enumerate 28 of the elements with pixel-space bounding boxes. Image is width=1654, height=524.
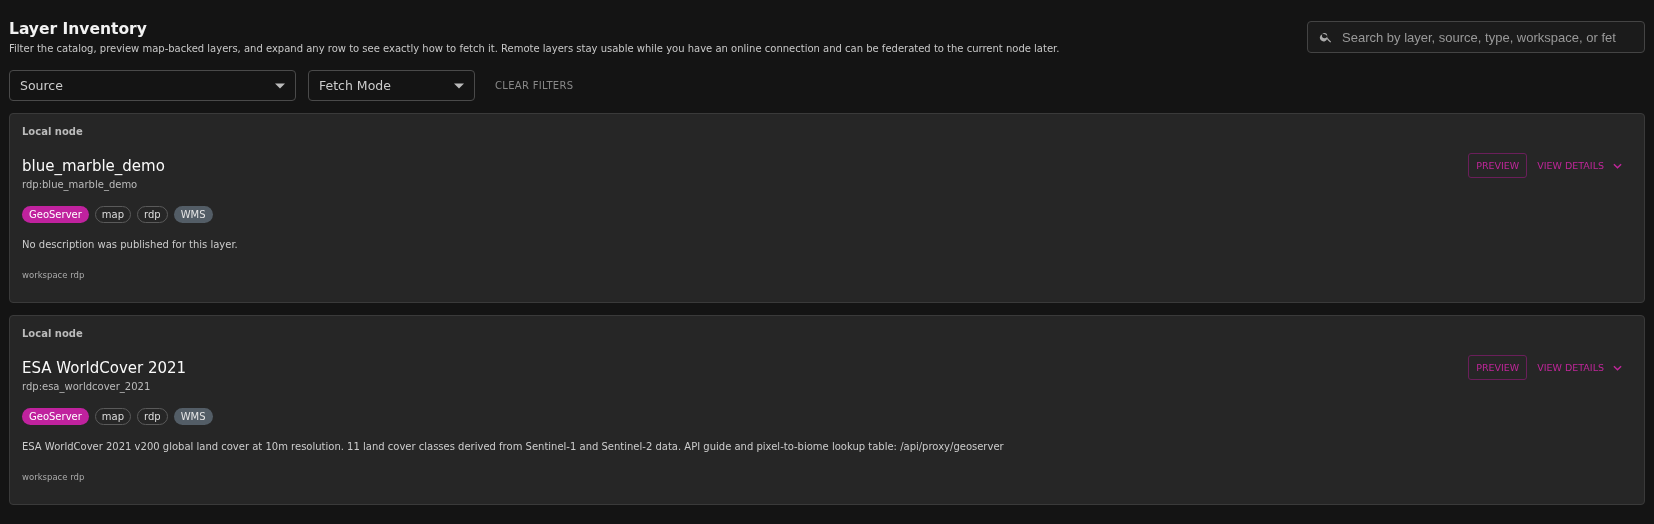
chevron-icon [1613, 162, 1622, 169]
node-label: Local node [22, 328, 84, 339]
dropdown-caret-icon [275, 82, 285, 89]
layer-description: ESA WorldCover 2021 v200 global land cover at 10m resolution. 11 land cover classes derived from Sentinel-1 and Sentinel-2 data. API guide and pixel-to-biome lookup table: /api/proxy/geoserver [22, 441, 1005, 452]
view-details-button[interactable]: VIEW DETAILS [1535, 154, 1632, 177]
workspace-label: workspace rdp [22, 472, 86, 482]
page-description: Filter the catalog, preview map-backed layers, and expand any row to see exactly how to fetch it. Remote layers stay usable while you have an online connection and can be federated to the current node later. [9, 43, 1060, 54]
preview-button[interactable]: PREVIEW [1468, 355, 1528, 380]
chevron-icon [1613, 364, 1622, 371]
layer-title: blue_marble_demo [22, 157, 165, 175]
layer-title: ESA WorldCover 2021 [22, 359, 187, 377]
layer-id: rdp:esa_worldcover_2021 [22, 381, 152, 392]
clear-filters-button[interactable]: CLEAR FILTERS [487, 74, 582, 97]
filter-dropdown[interactable]: Fetch Mode [308, 70, 475, 101]
view-details-button[interactable]: VIEW DETAILS [1535, 356, 1632, 379]
tag: WMS [173, 408, 213, 425]
node-label: Local node [22, 126, 84, 137]
filter-dropdown[interactable]: Source [9, 70, 296, 101]
tag: WMS [173, 206, 213, 223]
layer-description: No description was published for this layer. [22, 239, 239, 250]
page-title: Layer Inventory [9, 20, 148, 38]
workspace-label: workspace rdp [22, 270, 86, 280]
tag: GeoServer [22, 408, 89, 425]
tag: GeoServer [22, 206, 89, 223]
dropdown-caret-icon [454, 82, 464, 89]
preview-button[interactable]: PREVIEW [1468, 153, 1528, 178]
layer-id: rdp:blue_marble_demo [22, 179, 139, 190]
search-field[interactable]: Search by layer, source, type, workspace, or fet [1307, 21, 1645, 53]
